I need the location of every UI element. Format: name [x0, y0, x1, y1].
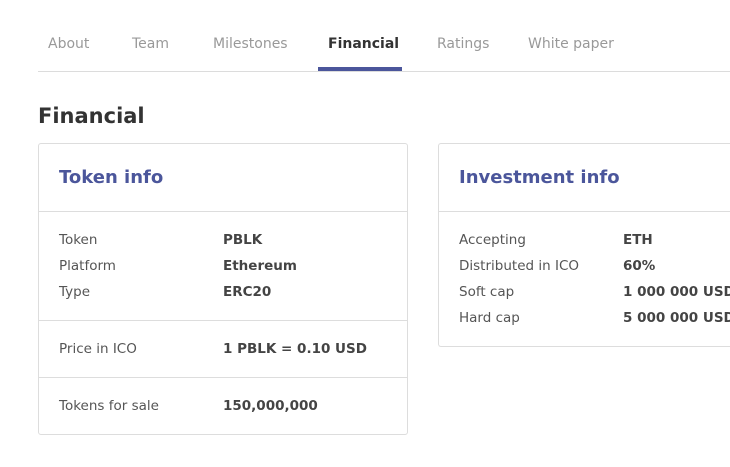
soft-cap-value: 1 000 000 USD [623, 284, 730, 300]
tab-milestones[interactable]: Milestones [213, 36, 288, 52]
token-label: Token [59, 232, 98, 248]
tab-financial[interactable]: Financial [328, 36, 399, 52]
card-divider [39, 377, 407, 378]
price-value: 1 PBLK = 0.10 USD [223, 341, 367, 357]
card-divider [439, 211, 730, 212]
token-value: PBLK [223, 232, 263, 248]
tokens-for-sale-value: 150,000,000 [223, 398, 318, 414]
card-divider [39, 320, 407, 321]
distributed-label: Distributed in ICO [459, 258, 579, 274]
hard-cap-value: 5 000 000 USD [623, 310, 730, 326]
token-info-title: Token info [59, 167, 164, 188]
section-title: Financial [38, 104, 145, 128]
tab-about[interactable]: About [48, 36, 89, 52]
platform-label: Platform [59, 258, 116, 274]
active-tab-indicator [318, 67, 402, 71]
tab-team[interactable]: Team [132, 36, 169, 52]
type-value: ERC20 [223, 284, 272, 300]
hard-cap-label: Hard cap [459, 310, 520, 326]
investment-info-title: Investment info [459, 167, 620, 188]
soft-cap-label: Soft cap [459, 284, 515, 300]
card-divider [39, 211, 407, 212]
price-label: Price in ICO [59, 341, 137, 357]
platform-value: Ethereum [223, 258, 297, 274]
accepting-value: ETH [623, 232, 653, 248]
tokens-for-sale-label: Tokens for sale [59, 398, 159, 414]
type-label: Type [59, 284, 91, 300]
distributed-value: 60% [623, 258, 656, 274]
tab-white-paper[interactable]: White paper [528, 36, 614, 52]
tab-bar: About Team Milestones Financial Ratings … [38, 0, 730, 72]
tab-ratings[interactable]: Ratings [437, 36, 489, 52]
accepting-label: Accepting [459, 232, 526, 248]
token-info-card: Token info Token PBLK Platform Ethereum … [38, 143, 408, 435]
investment-info-card: Investment info Accepting ETH Distribute… [438, 143, 730, 347]
